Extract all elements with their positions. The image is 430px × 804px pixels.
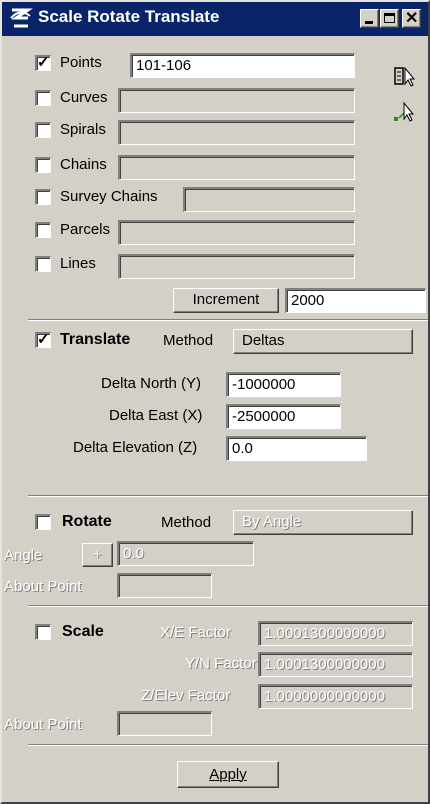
translate-method-label: Method [163,332,214,349]
spirals-label: Spirals [60,121,106,138]
lines-label: Lines [60,255,96,272]
minimize-button[interactable] [360,9,379,28]
parcels-field[interactable] [118,220,355,245]
points-checkbox[interactable]: ✓ [35,54,51,71]
maximize-button[interactable] [380,9,399,28]
rotate-checkbox[interactable] [35,514,51,530]
chains-checkbox[interactable] [35,157,51,173]
window-title: Scale Rotate Translate [38,7,220,26]
scale-about-point-label: About Point [4,716,82,733]
close-button[interactable]: ✕ [402,9,421,28]
increment-button[interactable]: Increment [173,288,279,313]
curves-label: Curves [60,89,108,106]
delta-east-field[interactable]: -2500000 [226,404,341,429]
translate-method-dropdown[interactable]: Deltas [233,329,413,354]
separator [28,495,428,497]
delta-elevation-field[interactable]: 0.0 [226,436,367,461]
apply-button[interactable]: Apply [177,761,279,788]
spirals-checkbox[interactable] [35,122,51,138]
parcels-label: Parcels [60,221,111,238]
separator [28,319,428,321]
delta-elevation-label: Delta Elevation (Z) [73,439,198,456]
yn-factor-field[interactable]: 1.0001300000000 [258,652,413,677]
rotate-label: Rotate [62,513,112,530]
checkmark-icon: ✓ [37,331,50,348]
points-label: Points [60,54,102,71]
scale-about-point-field[interactable] [117,711,212,736]
delta-north-label: Delta North (Y) [101,375,202,392]
minimize-icon [365,21,373,24]
xe-factor-label: X/E Factor [160,624,231,641]
angle-sign-button[interactable]: + [82,543,113,567]
scale-checkbox[interactable] [35,624,51,640]
select-list-icon [394,66,416,87]
rotate-about-point-label: About Point [4,578,82,595]
delta-east-label: Delta East (X) [109,407,203,424]
curves-field[interactable] [118,88,355,113]
app-logo-icon [10,8,33,28]
chains-label: Chains [60,156,107,173]
points-field[interactable]: 101-106 [130,53,355,78]
rotate-about-point-field[interactable] [117,573,212,598]
rotate-method-label: Method [161,514,212,531]
chains-field[interactable] [118,155,355,180]
rotate-method-dropdown[interactable]: By Angle [233,510,413,535]
survey-chains-field[interactable] [183,187,355,212]
ze-factor-label: Z/Elev Factor [141,687,231,704]
apply-button-label: Apply [209,766,247,783]
angle-field[interactable]: 0.0 [117,541,254,566]
select-graphic-icon [394,101,415,122]
select-graphically-button[interactable] [393,100,417,124]
ze-factor-field[interactable]: 1.0000000000000 [258,684,413,709]
translate-label: Translate [60,331,131,348]
xe-factor-field[interactable]: 1.0001300000000 [258,621,413,646]
survey-chains-label: Survey Chains [60,188,158,205]
select-by-list-button[interactable] [393,64,417,88]
lines-field[interactable] [118,254,355,279]
checkmark-icon: ✓ [37,54,50,71]
translate-checkbox[interactable]: ✓ [35,331,51,348]
delta-north-field[interactable]: -1000000 [226,372,341,397]
parcels-checkbox[interactable] [35,222,51,238]
maximize-icon [384,13,395,23]
increment-field[interactable]: 2000 [285,288,426,313]
survey-chains-checkbox[interactable] [35,189,51,205]
lines-checkbox[interactable] [35,256,51,272]
separator [28,744,428,746]
separator [28,605,428,607]
yn-factor-label: Y/N Factor [185,655,257,672]
spirals-field[interactable] [118,120,355,145]
angle-label: Angle [4,547,43,564]
scale-label: Scale [62,623,104,640]
close-icon: ✕ [405,10,419,27]
curves-checkbox[interactable] [35,90,51,106]
